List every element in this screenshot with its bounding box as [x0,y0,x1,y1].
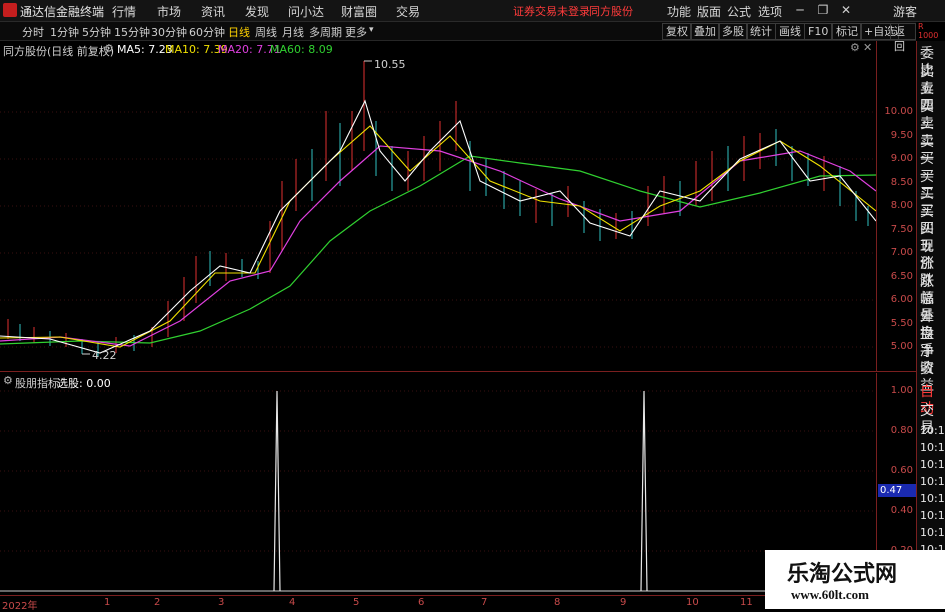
high-price-label: 10.55 [374,58,406,71]
y-tick: 0.60 [890,465,913,476]
back-button[interactable]: 返回 [890,23,916,53]
tick-time: 10:10 [920,423,945,437]
statistics-button[interactable]: 统计 [746,23,776,40]
menu-formula[interactable]: 公式 [727,3,751,20]
y-tick: 5.50 [890,318,913,329]
y-tick: 8.00 [890,200,913,211]
mark-button[interactable]: 标记 [832,23,862,40]
tick-time: 10:10 [920,474,945,488]
tick-time: 10:10 [920,508,945,522]
x-tick: 10 [686,597,699,608]
app-title: 通达信金融终端 [20,5,105,19]
watermark-title: 乐淘公式网 [787,562,898,587]
indicator-spike [640,390,648,592]
kline-chart [0,60,876,357]
period-15min[interactable]: 15分钟 [114,24,150,40]
period-monthly[interactable]: 月线 [282,24,304,40]
indicator-spike [273,390,281,592]
title-bar: 通达信金融终端 行情 市场 资讯 发现 问小达 财富圈 交易 证券交易未登录 同… [0,0,945,22]
restore-icon[interactable]: ❐ [813,1,833,20]
watermark: 乐淘公式网 www.60lt.com [765,550,945,609]
y-tick: 9.50 [890,130,913,141]
stock-name-title: 同方股份 [589,5,633,18]
x-tick: 7 [481,597,488,608]
date-x-axis: 2022年 1 2 3 4 5 6 7 8 9 10 11 [0,595,876,612]
menu-market[interactable]: 市场 [157,3,181,20]
minimize-icon[interactable]: ─ [790,1,810,20]
kline-pane[interactable]: 同方股份(日线 前复权) ⚙ MA5: 7.23 MA10: 7.39 MA20… [0,41,876,371]
menu-news[interactable]: 资讯 [201,3,225,20]
x-tick: 9 [620,597,627,608]
menu-trade[interactable]: 交易 [396,3,420,20]
f10-button[interactable]: F10 [804,23,833,40]
x-tick: 11 [740,597,753,608]
kline-y-axis: 10.00 9.50 9.00 8.50 8.00 7.50 7.00 6.50… [876,41,917,371]
tick-time: 10:10 [920,457,945,471]
y-tick: 8.50 [890,177,913,188]
y-tick: 7.50 [890,224,913,235]
indicator-chart [0,390,876,592]
y-tick: 0.40 [890,505,913,516]
y-tick: 7.00 [890,247,913,258]
login-notice[interactable]: 证券交易未登录 [513,3,590,19]
menu-ask[interactable]: 问小达 [288,3,324,20]
overlay-button[interactable]: 叠加 [690,23,720,40]
period-daily[interactable]: 日线 [228,24,250,40]
x-tick: 5 [353,597,360,608]
app-logo-icon [3,3,17,17]
period-intraday[interactable]: 分时 [22,24,44,40]
x-tick: 2022年 [2,601,38,612]
pane-divider[interactable] [0,371,916,372]
y-tick: 10.00 [884,106,913,117]
user-guest[interactable]: 游客 [893,3,917,20]
period-multi[interactable]: 多周期 [309,24,342,40]
y-tick: 6.00 [890,294,913,305]
x-tick: 1 [104,597,111,608]
menu-quotes[interactable]: 行情 [112,3,136,20]
tick-time: 10:10 [920,440,945,454]
draw-line-button[interactable]: 画线 [775,23,805,40]
menu-function[interactable]: 功能 [667,3,691,20]
y-tick: 9.00 [890,153,913,164]
period-30min[interactable]: 30分钟 [151,24,187,40]
x-tick: 6 [418,597,425,608]
watermark-url: www.60lt.com [791,587,869,602]
multi-stock-button[interactable]: 多股 [718,23,748,40]
menu-discover[interactable]: 发现 [245,3,269,20]
y-tick: 1.00 [890,385,913,396]
x-tick: 3 [218,597,225,608]
period-toolbar: 分时 1分钟 5分钟 15分钟 30分钟 60分钟 日线 周线 月线 多周期 更… [0,22,916,53]
more-chevron-icon[interactable]: ▾ [369,25,374,35]
tick-time: 10:10 [920,491,945,505]
tick-time: 10:10 [920,525,945,539]
sidebar-corner: R 1000 [918,22,939,40]
x-tick: 8 [554,597,561,608]
period-weekly[interactable]: 周线 [255,24,277,40]
period-1min[interactable]: 1分钟 [50,24,79,40]
x-tick: 2 [154,597,161,608]
indicator-pane[interactable]: ⚙ 股朋指标 选股: 0.00 [0,373,876,595]
period-5min[interactable]: 5分钟 [82,24,111,40]
current-value-badge: 0.47 [878,484,917,497]
restore-rights-button[interactable]: 复权 [662,23,692,40]
menu-options[interactable]: 选项 [758,3,782,20]
y-tick: 5.00 [890,341,913,352]
x-tick: 4 [289,597,296,608]
close-icon[interactable]: ✕ [836,1,856,20]
menu-wealth[interactable]: 财富圈 [341,3,377,20]
low-price-label: 4.22 [92,349,117,362]
y-tick: 0.80 [890,425,913,436]
period-60min[interactable]: 60分钟 [189,24,225,40]
period-more[interactable]: 更多 [345,24,367,40]
menu-layout[interactable]: 版面 [697,3,721,20]
y-tick: 6.50 [890,271,913,282]
